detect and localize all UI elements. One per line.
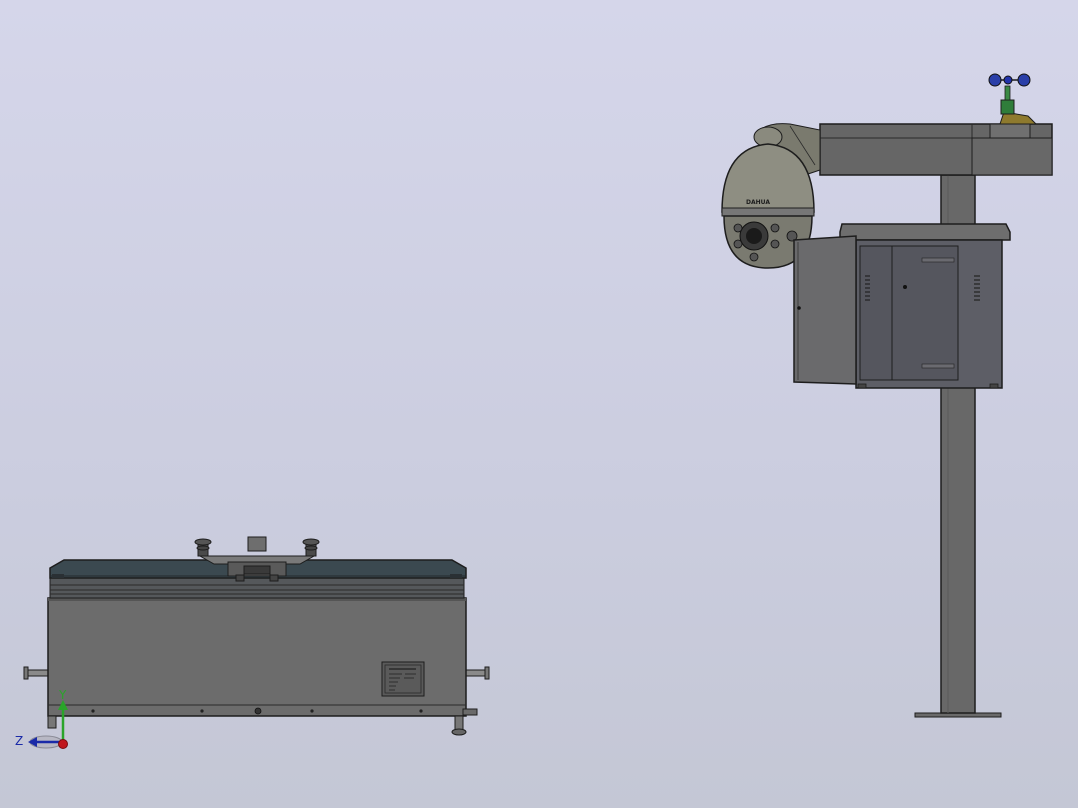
triad-y-label: Y — [58, 688, 67, 702]
monitoring-pole[interactable]: DAHUA — [721, 73, 1053, 718]
lid-frame — [49, 577, 465, 599]
nameplate — [381, 661, 425, 697]
drone-docking-station[interactable] — [23, 536, 490, 736]
coordinate-triad: Y Z — [15, 688, 68, 749]
cabinet-door — [793, 235, 857, 385]
graphics-viewport[interactable]: DAHUA Y Z — [0, 0, 1078, 808]
x-axis-dot — [58, 739, 68, 749]
triad-z-label: Z — [15, 734, 23, 748]
equipment-cabinet — [793, 223, 1011, 389]
anemometer — [988, 73, 1038, 125]
base-box — [47, 597, 467, 717]
left-handle — [25, 669, 49, 677]
camera-brand-text: DAHUA — [746, 199, 770, 206]
